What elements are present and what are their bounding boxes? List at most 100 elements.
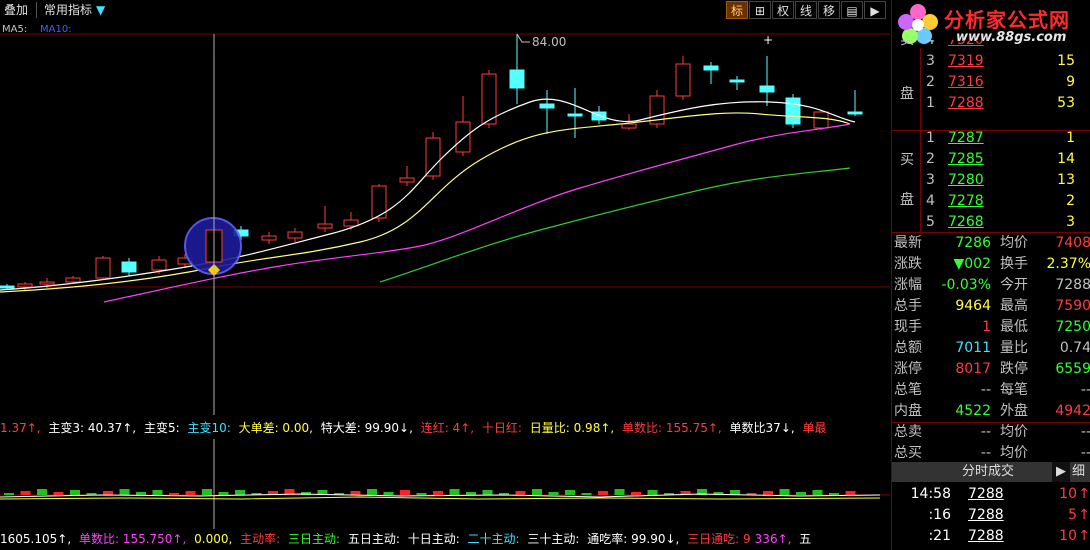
indicator-value: 单数比: 155.750↑,: [78, 532, 191, 546]
moving-average-line: [379, 167, 851, 283]
candle-body: [567, 113, 583, 117]
indicator-value: 五日主动:: [347, 532, 404, 546]
quote-row: 现手 1 最低 7250: [894, 317, 1090, 337]
quote-value: ▼002: [953, 256, 992, 272]
sell-level-number: 1: [926, 95, 935, 111]
ma10-label: MA10:: [40, 24, 72, 35]
indicator-bar: [829, 493, 839, 495]
chart-mode-button[interactable]: 标: [726, 1, 748, 19]
indicator-bar: [235, 490, 245, 495]
quote-label: 总卖: [894, 424, 922, 440]
tick-tab-label[interactable]: 分时成交: [962, 462, 1014, 482]
candle-body: [343, 219, 359, 227]
sell-level-price: 7319: [948, 53, 984, 69]
indicator-bar: [37, 489, 47, 495]
buy-level-price: 7287: [948, 130, 984, 146]
buy-level-price: 7280: [948, 172, 984, 188]
candle-body: [813, 111, 829, 129]
tick-time: :16: [928, 507, 951, 523]
quote-value: --: [1080, 445, 1090, 461]
candle-body: [621, 123, 637, 129]
tick-volume: 10: [1059, 528, 1077, 544]
quote-label: 今开: [1000, 277, 1028, 293]
quote-label: 最高: [1000, 298, 1028, 314]
candle-body: [481, 73, 497, 125]
quote-row: 涨跌 ▼002 换手 2.37%: [894, 254, 1090, 274]
candle-body: [509, 69, 525, 89]
tick-price: 7288: [968, 528, 1004, 544]
quote-value: 7250: [1055, 319, 1090, 335]
indicator-bar: [53, 492, 64, 495]
indicator-bar: [482, 490, 493, 495]
sell-side-label: 盘: [900, 86, 914, 102]
chart-mode-button[interactable]: ▶: [864, 1, 886, 19]
tab-arrow-icon[interactable]: ▶: [1052, 462, 1070, 482]
buy-level-volume: 13: [1057, 172, 1075, 188]
buy-level-row[interactable]: 3 7280 13: [926, 170, 1090, 190]
chart-mode-button[interactable]: 权: [772, 1, 794, 19]
chart-mode-button[interactable]: ⊞: [749, 1, 771, 19]
indicator-bar: [647, 490, 658, 495]
chart-mode-button[interactable]: ▤: [841, 1, 863, 19]
indicator-bar: [581, 493, 592, 495]
toolbar-divider: [36, 2, 37, 18]
buy-level-price: 7268: [948, 214, 984, 230]
buy-level-row[interactable]: 5 7268 3: [926, 212, 1090, 232]
common-indicators-button[interactable]: 常用指标: [40, 1, 96, 19]
indicator-value: 1.37↑,: [0, 421, 45, 435]
indicator-bar: [20, 491, 31, 495]
moving-average-line: [103, 123, 851, 303]
indicator-value: 五: [799, 532, 812, 546]
buy-level-row[interactable]: 2 7285 14: [926, 149, 1090, 169]
chart-mode-button[interactable]: 移: [818, 1, 840, 19]
buy-level-row[interactable]: 4 7278 2: [926, 191, 1090, 211]
buy-level-price: 7278: [948, 193, 984, 209]
indicator-bar: [119, 489, 130, 495]
candle-body: [151, 259, 167, 271]
tick-direction-icon: ↑: [1078, 486, 1090, 502]
indicator-value: 单数比: 155.75↑,: [622, 421, 726, 435]
indicator-value: 通吃率: 99.90↓,: [587, 532, 684, 546]
indicator-value: 主动率:: [240, 532, 284, 546]
buy-level-number: 2: [926, 151, 935, 167]
buy-level-number: 4: [926, 193, 935, 209]
indicator-value: 三十主动:: [527, 532, 584, 546]
indicator-dropdown-icon[interactable]: ▼: [92, 1, 109, 19]
indicator-bar: [812, 490, 823, 495]
candlestick-chart[interactable]: MA5: MA10: 84.00 +: [0, 20, 890, 415]
sell-level-row[interactable]: 1 7288 53: [926, 93, 1090, 113]
candle-body: [703, 65, 719, 71]
sell-level-row[interactable]: 3 7319 15: [926, 51, 1090, 71]
tick-time: 14:58: [910, 486, 951, 502]
sell-level-row[interactable]: 2 7316 9: [926, 72, 1090, 92]
candle-body: [399, 177, 415, 183]
candle-body: [95, 257, 111, 279]
detail-tab-label[interactable]: 细: [1072, 462, 1085, 482]
buy-level-row[interactable]: 1 7287 1: [926, 128, 1090, 148]
quote-value: --: [980, 382, 991, 398]
indicator-chart[interactable]: [0, 439, 890, 529]
indicator-bar: [367, 489, 377, 495]
indicator-bar: [845, 491, 856, 495]
overlay-button[interactable]: 叠加: [0, 1, 32, 19]
candle-body: [455, 121, 471, 153]
buy-level-volume: 1: [1066, 130, 1075, 146]
candle-body: [759, 85, 775, 93]
candles-group: [0, 34, 863, 290]
buy-side-label: 买: [900, 152, 914, 168]
orderbook-side-divider: [920, 48, 921, 232]
indicator-value: 主变10:: [187, 421, 235, 435]
quote-label: 最低: [1000, 319, 1028, 335]
candle-body: [539, 103, 555, 109]
chart-mode-button[interactable]: 线: [795, 1, 817, 19]
tick-row: :16 7288 5 ↑: [894, 505, 1090, 525]
quote-row: 总额 7011 量比 0.74: [894, 338, 1090, 358]
tick-row: :21 7288 10 ↑: [894, 526, 1090, 546]
quote-label: 总笔: [894, 382, 922, 398]
quote-panel: 分析家公式网 www.88gs.com 盘卖 4 7320 3 7319 15 2 7316 9…: [891, 0, 1090, 550]
tick-row: 14:58 7288 10 ↑: [894, 484, 1090, 504]
indicator-bar: [185, 491, 196, 495]
moving-average-line: [0, 98, 856, 291]
candle-body: [0, 285, 15, 289]
quote-label: 涨停: [894, 361, 922, 377]
